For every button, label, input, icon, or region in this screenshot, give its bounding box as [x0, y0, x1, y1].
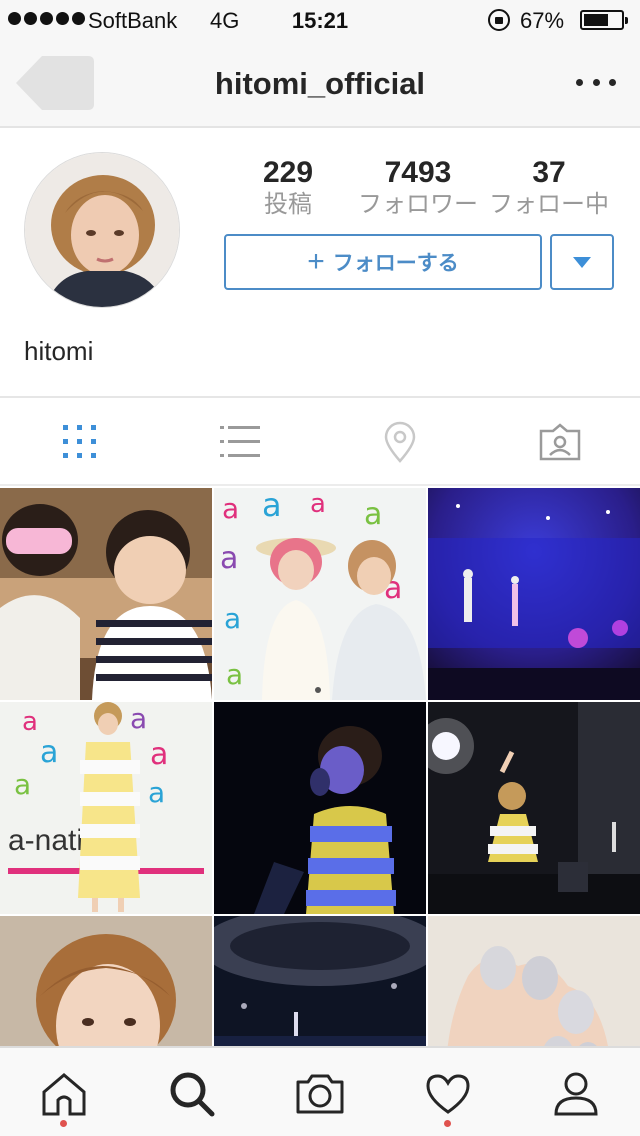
- profile-name: hitomi: [24, 336, 94, 366]
- photo-tile[interactable]: [0, 916, 212, 1046]
- grid-icon: [63, 425, 96, 458]
- svg-text:a: a: [224, 602, 241, 635]
- tab-grid-view[interactable]: [54, 416, 106, 468]
- nav-bar: hitomi_official: [0, 40, 640, 128]
- tab-home[interactable]: [32, 1062, 96, 1126]
- camera-icon: [296, 1074, 344, 1114]
- following-number: 37: [532, 156, 566, 189]
- svg-text:a: a: [222, 492, 239, 525]
- battery-percent: 67%: [520, 8, 565, 33]
- list-icon: [220, 426, 260, 457]
- profile-icon: [554, 1072, 598, 1116]
- page-title: hitomi_official: [214, 66, 426, 101]
- tab-list-view[interactable]: [214, 416, 266, 468]
- svg-text:a: a: [226, 658, 243, 691]
- posts-number: 229: [262, 156, 314, 189]
- tab-profile[interactable]: [544, 1062, 608, 1126]
- heart-icon: [426, 1074, 470, 1114]
- location-pin-icon: [384, 421, 416, 463]
- tab-camera[interactable]: [288, 1062, 352, 1126]
- rotation-lock-icon: [488, 9, 510, 31]
- tagged-person-icon: [539, 423, 581, 461]
- svg-text:a: a: [40, 735, 58, 770]
- svg-text:a: a: [148, 776, 165, 809]
- photo-tile[interactable]: [214, 702, 426, 914]
- tab-search[interactable]: [160, 1062, 224, 1126]
- search-icon: [170, 1072, 215, 1117]
- status-bar: SoftBank 4G 15:21 67%: [0, 0, 640, 40]
- svg-text:a: a: [22, 707, 38, 737]
- svg-text:a: a: [262, 488, 282, 524]
- view-tabs: [0, 400, 640, 486]
- photo-tile[interactable]: [428, 916, 640, 1046]
- following-count[interactable]: 37 フォロー中: [486, 156, 612, 220]
- battery-icon: [580, 10, 628, 30]
- home-icon: [42, 1073, 86, 1116]
- posts-label: 投稿: [264, 191, 312, 218]
- activity-notification-dot: [444, 1120, 451, 1127]
- avatar[interactable]: [24, 152, 180, 308]
- followers-label: フォロワー: [358, 191, 478, 218]
- following-label: フォロー中: [489, 191, 609, 218]
- photo-tile[interactable]: [0, 488, 212, 700]
- photo-tile[interactable]: [428, 488, 640, 700]
- more-dots-icon: [576, 78, 583, 86]
- svg-text:a: a: [130, 702, 147, 735]
- photo-grid: a a a a a a a a a a a a a a a-nation: [0, 488, 640, 1046]
- tab-location-view[interactable]: [374, 416, 426, 468]
- tab-tagged-view[interactable]: [534, 416, 586, 468]
- svg-text:a: a: [220, 541, 238, 576]
- svg-text:a: a: [310, 489, 326, 519]
- profile-header: 229 投稿 7493 フォロワー 37 フォロー中 + フォローする hito…: [0, 130, 640, 398]
- suggestions-dropdown-button[interactable]: [550, 234, 614, 290]
- more-options-button[interactable]: [576, 70, 616, 94]
- plus-icon: +: [307, 245, 325, 278]
- svg-text:a: a: [150, 737, 168, 772]
- svg-text:a: a: [14, 768, 31, 801]
- posts-count: 229 投稿: [238, 156, 338, 220]
- photo-tile[interactable]: a a a a a a a a: [214, 488, 426, 700]
- chevron-down-icon: [573, 256, 591, 268]
- follow-button-label: フォローする: [332, 252, 459, 275]
- tab-activity[interactable]: [416, 1062, 480, 1126]
- followers-count[interactable]: 7493 フォロワー: [352, 156, 484, 220]
- photo-tile[interactable]: [214, 916, 426, 1046]
- tab-bar: [0, 1046, 640, 1136]
- followers-number: 7493: [384, 156, 452, 189]
- photo-tile[interactable]: a a a a a a a-nation: [0, 702, 212, 914]
- svg-text:a: a: [364, 497, 382, 532]
- home-notification-dot: [60, 1120, 67, 1127]
- follow-button[interactable]: + フォローする: [224, 234, 542, 290]
- photo-tile[interactable]: [428, 702, 640, 914]
